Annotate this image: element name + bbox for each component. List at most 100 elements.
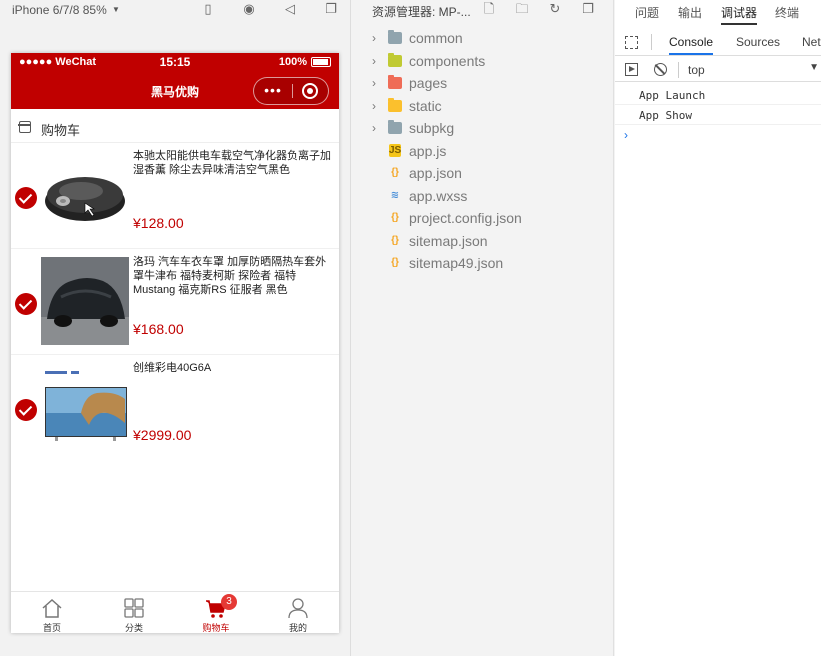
console-prompt[interactable]: › <box>624 128 628 142</box>
tree-file-app-js[interactable]: JS app.js <box>352 141 614 163</box>
js-file-icon: JS <box>389 144 402 157</box>
tab-debugger[interactable]: 调试器 <box>721 4 758 25</box>
tree-file-project-config[interactable]: {} project.config.json <box>352 208 614 230</box>
devtools-panel: 问题 输出 调试器 终端 Console Sources Net top ▼ A… <box>615 0 821 656</box>
capsule-divider <box>292 84 293 98</box>
explorer-header: 资源管理器: MP-... 🗋 🗀 ↻ ❐ <box>352 0 614 20</box>
cart-item[interactable]: 创维彩电40G6A ¥2999.00 <box>11 357 339 461</box>
capsule-menu[interactable]: ••• <box>253 77 329 105</box>
product-name[interactable]: 本驰太阳能供电车载空气净化器负离子加湿香薰 除尘去异味清洁空气黑色 <box>133 149 333 177</box>
close-mini-program-icon[interactable] <box>302 83 318 99</box>
folder-icon <box>388 98 402 112</box>
tab-problems[interactable]: 问题 <box>635 4 659 21</box>
console-log-line: App Launch <box>615 85 821 105</box>
tree-file-app-wxss[interactable]: ≋ app.wxss <box>352 186 614 208</box>
tab-home[interactable]: 首页 <box>11 592 93 633</box>
checkbox-checked-icon[interactable] <box>15 399 37 421</box>
tab-cart[interactable]: 3 购物车 <box>175 592 257 633</box>
new-folder-icon[interactable]: 🗀 <box>514 1 530 17</box>
sidebar-toggle-icon[interactable] <box>625 63 638 76</box>
log-message: App Show <box>639 109 692 122</box>
record-icon[interactable]: ◉ <box>241 1 257 17</box>
product-name[interactable]: 洛玛 汽车车衣车罩 加厚防晒隔热车套外罩牛津布 福特麦柯斯 探险者 福特Must… <box>133 255 333 297</box>
tree-label: common <box>409 30 463 46</box>
tree-label: components <box>409 53 486 69</box>
chevron-right-icon[interactable]: › <box>372 121 382 135</box>
tab-label: 购物车 <box>202 623 230 633</box>
chevron-down-icon[interactable]: ▼ <box>112 5 120 14</box>
chevron-right-icon[interactable]: › <box>372 31 382 45</box>
divider <box>651 34 652 50</box>
tree-label: app.wxss <box>409 188 468 204</box>
console-log-line: App Show <box>615 105 821 125</box>
product-image-air-purifier[interactable] <box>41 151 129 239</box>
tab-console[interactable]: Console <box>669 35 714 55</box>
product-image-car-cover[interactable] <box>41 257 129 345</box>
explorer-title: 资源管理器: MP-... <box>372 5 471 19</box>
device-select[interactable]: iPhone 6/7/8 85% <box>12 3 162 17</box>
tab-label: 首页 <box>42 623 61 633</box>
checkbox-checked-icon[interactable] <box>15 187 37 209</box>
tab-category[interactable]: 分类 <box>93 592 175 633</box>
context-select[interactable]: top <box>688 63 705 77</box>
tab-terminal[interactable]: 终端 <box>775 4 799 21</box>
volume-icon[interactable]: ◁ <box>282 1 298 17</box>
status-bar: ●●●●● WeChat 15:15 100% <box>11 53 339 71</box>
collapse-all-icon[interactable]: ❐ <box>580 1 596 17</box>
refresh-icon[interactable]: ↻ <box>547 1 563 17</box>
user-icon <box>288 598 308 619</box>
json-file-icon: {} <box>391 167 399 178</box>
json-file-icon: {} <box>391 257 399 268</box>
tree-folder-pages[interactable]: › pages <box>352 73 614 95</box>
tab-sources[interactable]: Sources <box>736 35 780 49</box>
product-image-television[interactable] <box>41 363 129 451</box>
cart-item[interactable]: 洛玛 汽车车衣车罩 加厚防晒隔热车套外罩牛津布 福特麦柯斯 探险者 福特Must… <box>11 251 339 355</box>
phone-icon[interactable]: ▯ <box>200 1 216 17</box>
divider <box>678 62 679 78</box>
chevron-down-icon[interactable]: ▼ <box>809 62 819 73</box>
cart-item[interactable]: 本驰太阳能供电车载空气净化器负离子加湿香薰 除尘去异味清洁空气黑色 ¥128.0… <box>11 145 339 249</box>
product-price: ¥2999.00 <box>133 427 192 443</box>
chevron-right-icon[interactable]: › <box>372 54 382 68</box>
folder-icon <box>388 75 402 89</box>
checkbox-checked-icon[interactable] <box>15 293 37 315</box>
chevron-right-icon[interactable]: › <box>372 99 382 113</box>
tree-folder-common[interactable]: › common <box>352 28 614 50</box>
product-name[interactable]: 创维彩电40G6A <box>133 361 333 375</box>
clear-console-icon[interactable] <box>654 63 667 76</box>
folder-icon <box>388 53 402 67</box>
inspect-element-icon[interactable] <box>625 36 638 49</box>
tab-label: 我的 <box>288 623 307 633</box>
tree-folder-static[interactable]: › static <box>352 96 614 118</box>
store-icon <box>18 121 31 133</box>
console-toolbar: top ▼ <box>615 58 821 82</box>
chevron-right-icon[interactable]: › <box>372 76 382 90</box>
tree-file-sitemap49[interactable]: {} sitemap49.json <box>352 253 614 275</box>
cart-badge: 3 <box>221 594 237 610</box>
home-icon <box>42 598 62 618</box>
tree-folder-subpkg[interactable]: › subpkg <box>352 118 614 140</box>
devtools-subtabs: Console Sources Net <box>615 30 821 56</box>
tab-network[interactable]: Net <box>802 35 821 49</box>
explorer-panel: 资源管理器: MP-... 🗋 🗀 ↻ ❐ › common › compone… <box>352 0 614 656</box>
tab-profile[interactable]: 我的 <box>257 592 339 633</box>
tab-label: 分类 <box>124 623 143 633</box>
tree-label: app.json <box>409 165 462 181</box>
tree-label: sitemap49.json <box>409 255 504 271</box>
tree-folder-components[interactable]: › components <box>352 51 614 73</box>
tree-file-app-json[interactable]: {} app.json <box>352 163 614 185</box>
new-file-icon[interactable]: 🗋 <box>481 1 497 17</box>
more-icon[interactable]: ••• <box>254 78 292 104</box>
tab-output[interactable]: 输出 <box>678 4 702 21</box>
category-icon <box>124 598 144 618</box>
nav-bar: ●●●●● WeChat 15:15 100% 黑马优购 ••• <box>11 53 339 109</box>
folder-icon <box>388 30 402 44</box>
json-file-icon: {} <box>391 212 399 223</box>
cart-header: 购物车 <box>11 113 339 143</box>
tree-file-sitemap[interactable]: {} sitemap.json <box>352 231 614 253</box>
cart-title: 购物车 <box>41 123 81 138</box>
simulator-panel: iPhone 6/7/8 85% ▼ ▯ ◉ ◁ ❐ ●●●●● WeChat … <box>0 0 351 656</box>
json-file-icon: {} <box>391 235 399 246</box>
window-icon[interactable]: ❐ <box>323 1 339 17</box>
battery-icon <box>311 57 331 67</box>
